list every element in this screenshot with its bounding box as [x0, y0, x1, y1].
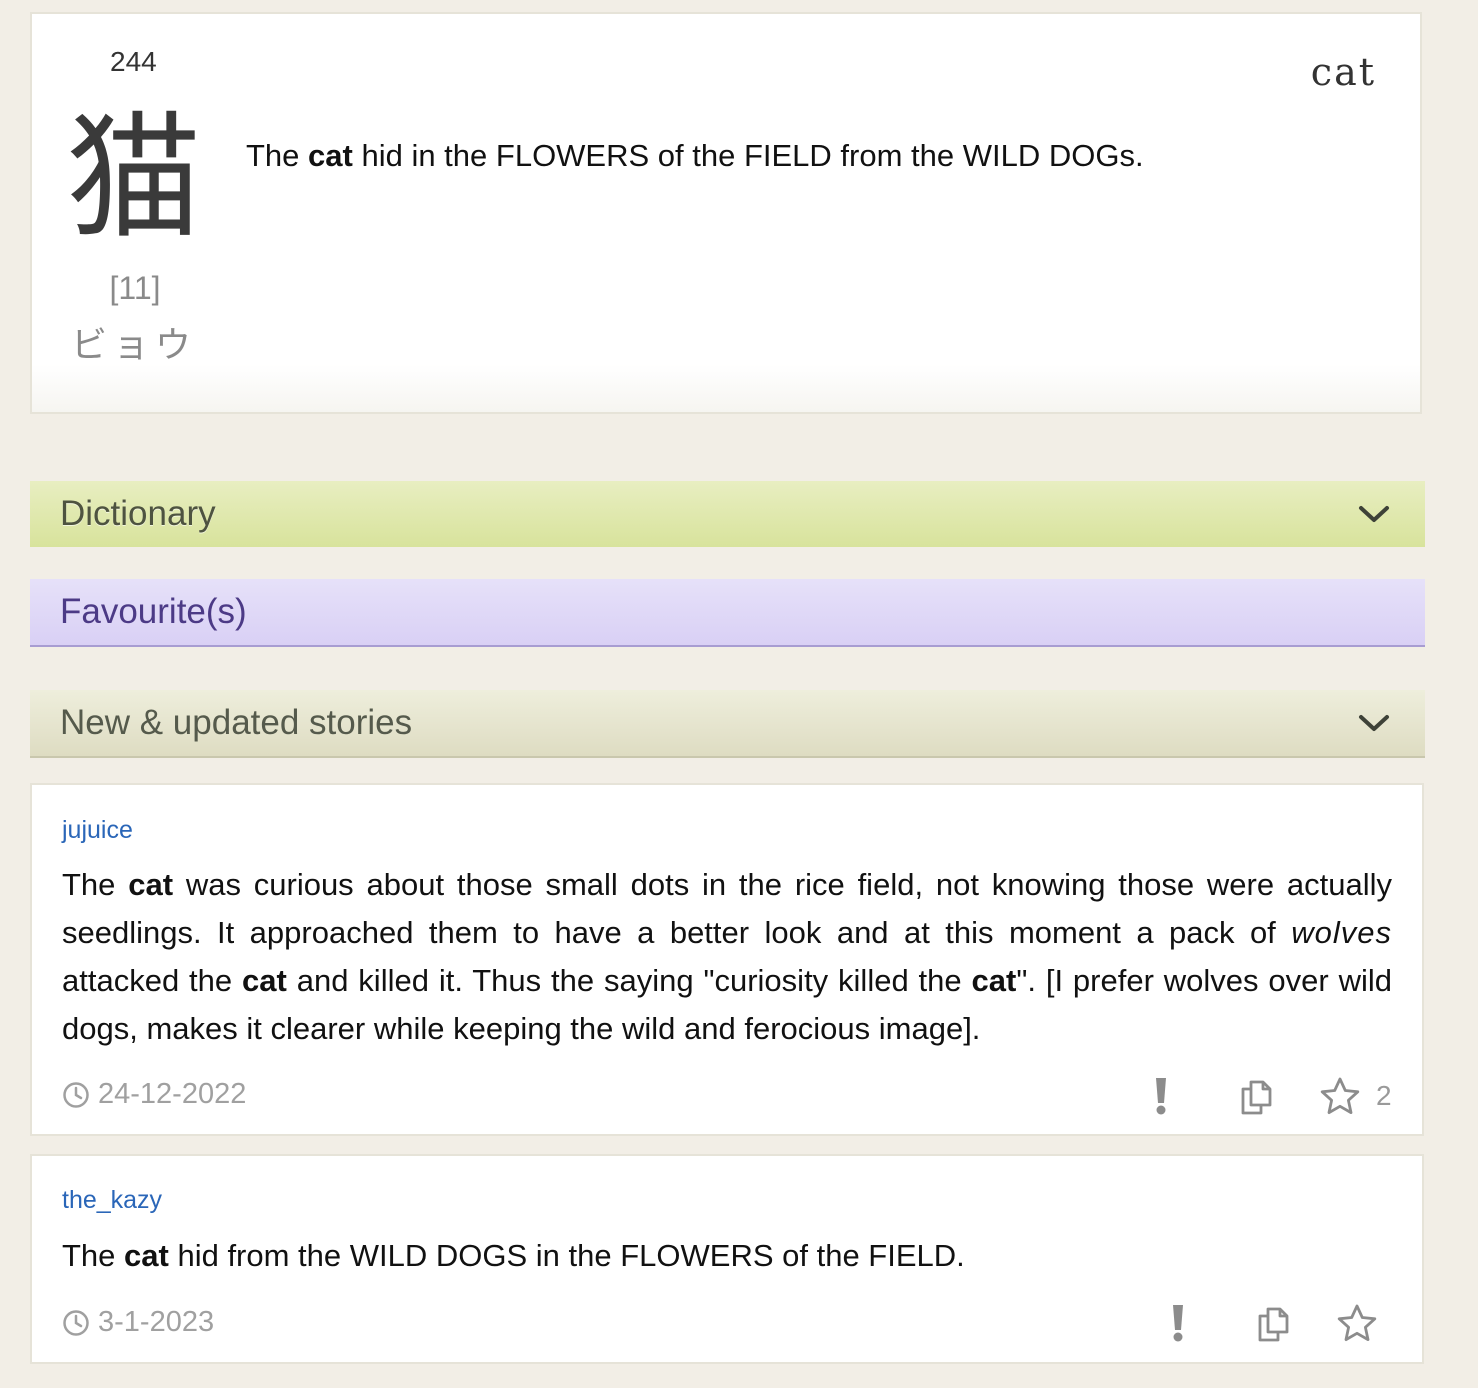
star-button[interactable] [1335, 1301, 1379, 1345]
my-story[interactable]: The cat hid in the FLOWERS of the FIELD … [246, 138, 1144, 174]
star-button[interactable] [1318, 1074, 1362, 1118]
star-outline-icon [1337, 1304, 1377, 1341]
story-text-segment: attacked the [62, 963, 243, 998]
chevron-down-icon [1359, 715, 1389, 731]
chevron-down-icon [1359, 506, 1389, 522]
favourites-section-header[interactable]: Favourite(s) [30, 579, 1425, 647]
story-text-segment: The [62, 867, 129, 902]
copy-button[interactable] [1253, 1302, 1293, 1346]
story-emphasis: wolves [1291, 915, 1392, 950]
copy-icon [1258, 1307, 1289, 1342]
story-text: The [246, 138, 309, 173]
exclamation-icon [1156, 1078, 1166, 1115]
kanji-character: 猫 [66, 100, 202, 258]
story-author-link[interactable]: jujuice [62, 816, 133, 845]
story-date: 3-1-2023 [62, 1306, 214, 1339]
story-text-segment: The [62, 1238, 125, 1273]
frame-number: 244 [110, 46, 157, 77]
story-text: The cat was curious about those small do… [62, 861, 1392, 1053]
story-text: The cat hid from the WILD DOGS in the FL… [62, 1232, 1392, 1280]
story-card: the_kazy The cat hid from the WILD DOGS … [30, 1154, 1424, 1364]
report-button[interactable] [1161, 1301, 1195, 1345]
story-text: hid in the FLOWERS of the FIELD from the… [352, 138, 1144, 173]
keyword: cat [1310, 50, 1376, 94]
report-button[interactable] [1144, 1074, 1178, 1118]
favourites-label: Favourite(s) [60, 592, 247, 631]
star-count: 2 [1376, 1080, 1392, 1111]
clock-icon [63, 1309, 89, 1336]
new-updated-stories-header[interactable]: New & updated stories [30, 690, 1425, 758]
copy-icon [1241, 1080, 1272, 1115]
story-keyword: cat [242, 963, 287, 998]
story-keyword: cat [308, 138, 353, 173]
dictionary-label: Dictionary [60, 494, 216, 533]
clock-icon [63, 1081, 89, 1108]
story-date-text: 3-1-2023 [98, 1306, 215, 1338]
story-date: 24-12-2022 [62, 1078, 246, 1111]
kanji-card: 244 cat 猫 [11] ビョウ The cat hid in the FL… [30, 12, 1422, 414]
story-keyword: cat [128, 867, 174, 902]
stroke-count: [11] [109, 270, 161, 306]
new-updated-stories-label: New & updated stories [60, 703, 413, 742]
exclamation-icon [1173, 1305, 1183, 1342]
story-date-text: 24-12-2022 [98, 1078, 247, 1110]
story-text-segment: and killed it. Thus the saying "curiosit… [286, 963, 972, 998]
dictionary-section-header[interactable]: Dictionary [30, 481, 1425, 547]
story-card: jujuice The cat was curious about those … [30, 783, 1424, 1136]
copy-button[interactable] [1236, 1075, 1276, 1119]
story-text-segment: hid from the WILD DOGS in the FLOWERS of… [168, 1238, 965, 1273]
story-author-link[interactable]: the_kazy [62, 1186, 162, 1215]
story-text-segment: was curious about those small dots in th… [62, 867, 1393, 950]
story-keyword: cat [124, 1238, 169, 1273]
story-keyword: cat [971, 963, 1017, 998]
star-outline-icon [1320, 1077, 1360, 1114]
onyomi-reading: ビョウ [70, 324, 197, 365]
